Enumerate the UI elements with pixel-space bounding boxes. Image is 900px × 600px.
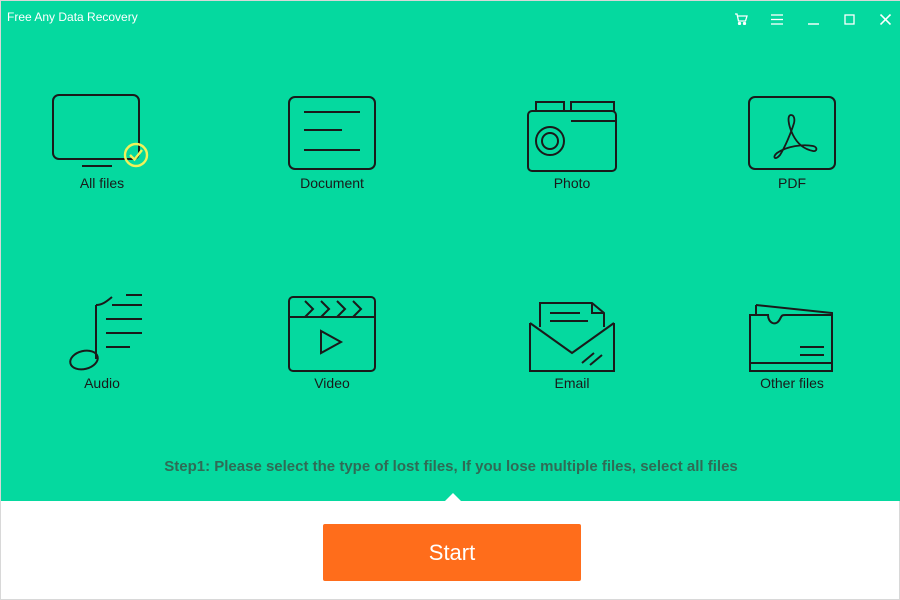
menu-icon[interactable] <box>767 9 787 29</box>
file-type-all-files[interactable]: All files <box>32 89 172 199</box>
camera-icon <box>502 89 642 173</box>
minimize-icon[interactable] <box>803 9 823 29</box>
title-bar: Free Any Data Recovery <box>1 1 900 35</box>
maximize-icon[interactable] <box>839 9 859 29</box>
file-type-label: Photo <box>553 175 591 191</box>
file-type-label: PDF <box>778 175 806 191</box>
music-note-icon <box>32 289 172 373</box>
pdf-icon <box>722 89 862 173</box>
file-type-document[interactable]: Document <box>262 89 402 199</box>
file-type-email[interactable]: Email <box>502 289 642 399</box>
panel-notch <box>444 493 462 502</box>
cart-icon[interactable] <box>731 9 751 29</box>
file-type-photo[interactable]: Photo <box>502 89 642 199</box>
file-type-label: Video <box>314 375 350 391</box>
file-type-other-files[interactable]: Other files <box>722 289 862 399</box>
window-controls <box>715 9 895 29</box>
envelope-icon <box>502 289 642 373</box>
close-icon[interactable] <box>875 9 895 29</box>
file-type-pdf[interactable]: PDF <box>722 89 862 199</box>
app-title: Free Any Data Recovery <box>7 10 138 24</box>
file-type-audio[interactable]: Audio <box>32 289 172 399</box>
file-type-label: All files <box>79 175 125 191</box>
document-icon <box>262 89 402 173</box>
file-type-label: Other files <box>760 375 824 391</box>
file-type-video[interactable]: Video <box>262 289 402 399</box>
file-type-label: Audio <box>84 375 120 391</box>
file-type-panel: Free Any Data Recovery All files Documen… <box>1 1 900 502</box>
app-window: Free Any Data Recovery All files Documen… <box>0 0 900 600</box>
start-button[interactable]: Start <box>323 524 581 581</box>
clapperboard-icon <box>262 289 402 373</box>
folder-icon <box>722 289 862 373</box>
step-instruction: Step1: Please select the type of lost fi… <box>164 458 738 475</box>
file-type-label: Email <box>554 375 590 391</box>
file-type-label: Document <box>300 175 364 191</box>
monitor-check-icon <box>32 89 172 173</box>
